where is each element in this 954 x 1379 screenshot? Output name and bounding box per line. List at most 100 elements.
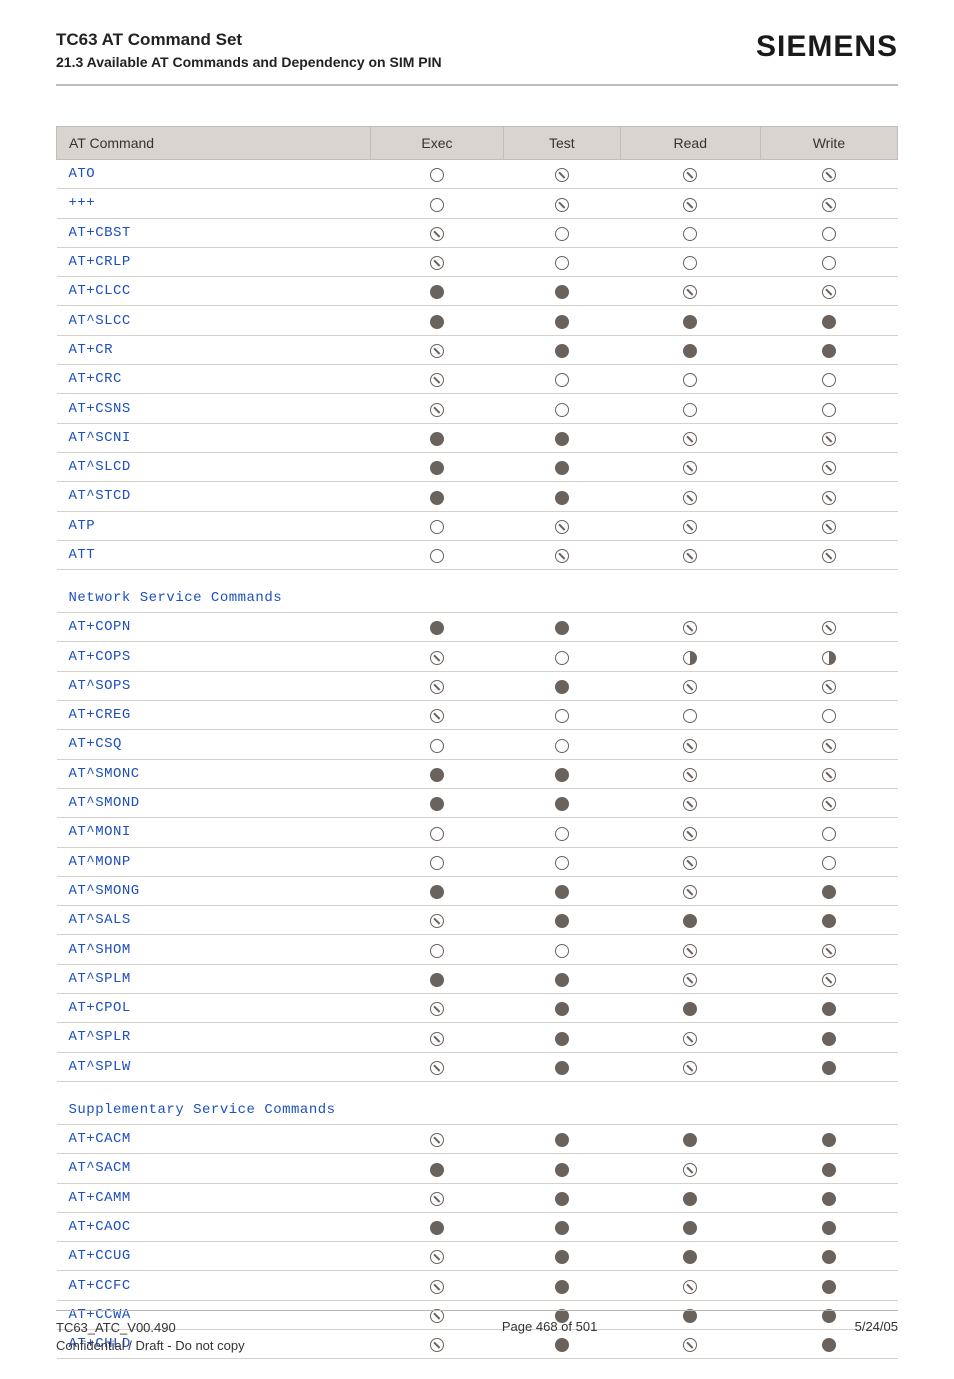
open-circle-icon — [822, 709, 836, 723]
table-row: AT+CAMM — [57, 1183, 898, 1212]
table-row: AT+CR — [57, 335, 898, 364]
group-heading: Supplementary Service Commands — [57, 1081, 898, 1124]
open-circle-icon — [555, 944, 569, 958]
at-command-cell[interactable]: AT+CCFC — [57, 1271, 371, 1300]
filled-circle-icon — [555, 1032, 569, 1046]
at-command-cell[interactable]: AT+CSNS — [57, 394, 371, 423]
at-command-cell[interactable]: AT^SLCD — [57, 452, 371, 481]
at-command-cell[interactable]: AT+COPS — [57, 642, 371, 671]
filled-circle-icon — [683, 344, 697, 358]
test-cell — [504, 876, 621, 905]
filled-circle-icon — [555, 768, 569, 782]
exec-cell — [370, 189, 503, 218]
at-command-cell[interactable]: AT+CACM — [57, 1124, 371, 1153]
filled-circle-icon — [555, 344, 569, 358]
at-command-cell[interactable]: AT+CR — [57, 335, 371, 364]
table-row: AT+CCUG — [57, 1242, 898, 1271]
at-command-cell[interactable]: AT+CCUG — [57, 1242, 371, 1271]
at-command-cell[interactable]: AT^SCNI — [57, 423, 371, 452]
at-command-cell[interactable]: AT+CSQ — [57, 730, 371, 759]
at-command-cell[interactable]: AT^SLCC — [57, 306, 371, 335]
slash-circle-icon — [822, 797, 836, 811]
exec-cell — [370, 160, 503, 189]
col-read: Read — [620, 127, 760, 160]
open-circle-icon — [555, 827, 569, 841]
filled-circle-icon — [555, 680, 569, 694]
test-cell — [504, 511, 621, 540]
slash-circle-icon — [822, 285, 836, 299]
at-command-cell[interactable]: ATO — [57, 160, 371, 189]
slash-circle-icon — [683, 285, 697, 299]
slash-circle-icon — [430, 1133, 444, 1147]
open-circle-icon — [430, 549, 444, 563]
test-cell — [504, 1271, 621, 1300]
at-command-cell[interactable]: AT+CLCC — [57, 277, 371, 306]
slash-circle-icon — [822, 491, 836, 505]
at-command-cell[interactable]: AT+CRC — [57, 365, 371, 394]
exec-cell — [370, 1271, 503, 1300]
filled-circle-icon — [430, 285, 444, 299]
at-command-cell[interactable]: AT^MONP — [57, 847, 371, 876]
exec-cell — [370, 1124, 503, 1153]
table-row: AT+CCFC — [57, 1271, 898, 1300]
filled-circle-icon — [555, 1280, 569, 1294]
at-command-cell[interactable]: AT+CRLP — [57, 247, 371, 276]
table-row: AT^MONI — [57, 818, 898, 847]
exec-cell — [370, 306, 503, 335]
at-command-cell[interactable]: AT+CREG — [57, 701, 371, 730]
at-command-cell[interactable]: AT^SMOND — [57, 788, 371, 817]
filled-circle-icon — [430, 461, 444, 475]
table-header-row: AT Command Exec Test Read Write — [57, 127, 898, 160]
exec-cell — [370, 876, 503, 905]
at-command-cell[interactable]: AT^SPLW — [57, 1052, 371, 1081]
test-cell — [504, 423, 621, 452]
filled-circle-icon — [683, 1133, 697, 1147]
at-command-cell[interactable]: AT^SMONG — [57, 876, 371, 905]
exec-cell — [370, 1212, 503, 1241]
filled-circle-icon — [555, 1192, 569, 1206]
read-cell — [620, 247, 760, 276]
write-cell — [760, 540, 897, 569]
at-command-cell[interactable]: AT^STCD — [57, 482, 371, 511]
exec-cell — [370, 394, 503, 423]
read-cell — [620, 613, 760, 642]
read-cell — [620, 1271, 760, 1300]
slash-circle-icon — [683, 827, 697, 841]
slash-circle-icon — [683, 432, 697, 446]
slash-circle-icon — [822, 973, 836, 987]
filled-circle-icon — [822, 1032, 836, 1046]
read-cell — [620, 1242, 760, 1271]
at-command-cell[interactable]: AT+CBST — [57, 218, 371, 247]
test-cell — [504, 218, 621, 247]
slash-circle-icon — [683, 621, 697, 635]
at-command-cell[interactable]: AT^SMONC — [57, 759, 371, 788]
at-command-cell[interactable]: AT^SHOM — [57, 935, 371, 964]
filled-circle-icon — [430, 621, 444, 635]
at-command-cell[interactable]: AT^SPLM — [57, 964, 371, 993]
open-circle-icon — [822, 227, 836, 241]
footer-page: Page 468 of 501 — [502, 1319, 597, 1334]
slash-circle-icon — [822, 621, 836, 635]
at-command-cell[interactable]: AT+CPOL — [57, 994, 371, 1023]
at-command-cell[interactable]: ATT — [57, 540, 371, 569]
test-cell — [504, 730, 621, 759]
at-command-cell[interactable]: AT+CAOC — [57, 1212, 371, 1241]
at-command-cell[interactable]: AT^SACM — [57, 1154, 371, 1183]
slash-circle-icon — [683, 856, 697, 870]
at-command-cell[interactable]: AT^SALS — [57, 906, 371, 935]
at-command-cell[interactable]: +++ — [57, 189, 371, 218]
table-row: AT+CAOC — [57, 1212, 898, 1241]
exec-cell — [370, 788, 503, 817]
at-command-cell[interactable]: AT+COPN — [57, 613, 371, 642]
filled-circle-icon — [822, 914, 836, 928]
at-command-cell[interactable]: AT+CAMM — [57, 1183, 371, 1212]
col-test: Test — [504, 127, 621, 160]
open-circle-icon — [822, 256, 836, 270]
write-cell — [760, 1212, 897, 1241]
slash-circle-icon — [683, 1032, 697, 1046]
at-command-cell[interactable]: AT^SOPS — [57, 671, 371, 700]
table-row: AT+COPN — [57, 613, 898, 642]
at-command-cell[interactable]: AT^MONI — [57, 818, 371, 847]
at-command-cell[interactable]: ATP — [57, 511, 371, 540]
at-command-cell[interactable]: AT^SPLR — [57, 1023, 371, 1052]
